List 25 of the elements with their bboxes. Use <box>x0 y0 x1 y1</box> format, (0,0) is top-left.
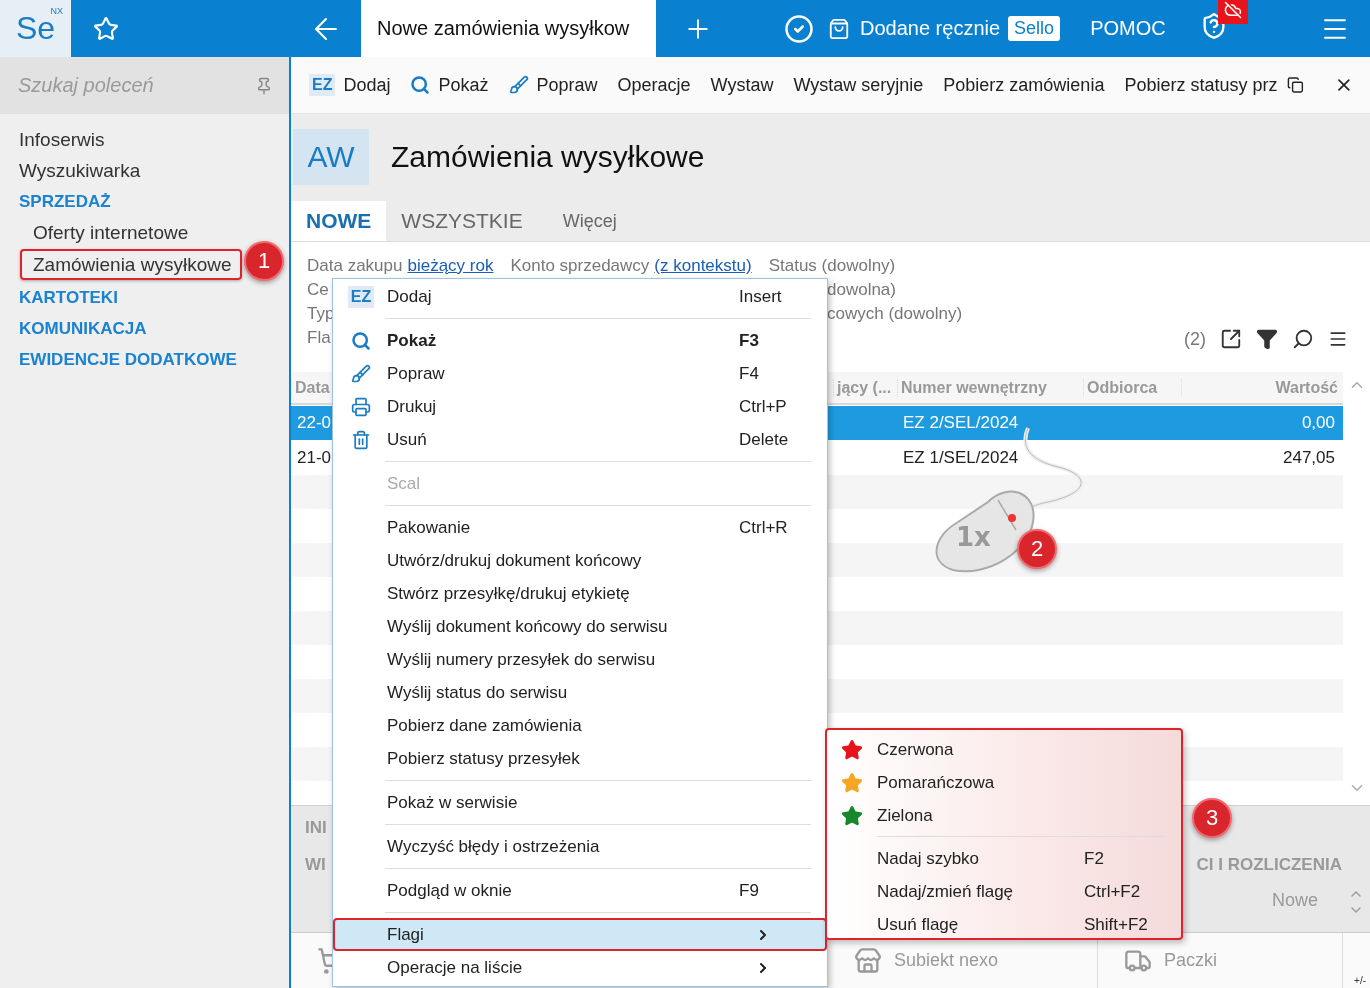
table-cell-text: 247,05 <box>1282 448 1336 468</box>
table-cell-text: 21-0 <box>296 448 331 468</box>
record-count: (2) <box>1184 328 1206 350</box>
filter-label: Status (dowolny) <box>768 256 896 277</box>
filter-label: dowolna) <box>827 280 896 299</box>
source-label: Dodane ręcznie <box>860 17 1001 40</box>
filter-label: Fla <box>307 328 331 347</box>
zoom-label: +/- <box>1354 975 1366 986</box>
filter-label: Data zakupu <box>307 256 403 277</box>
page-title: Zamówienia wysyłkowe <box>391 140 705 174</box>
table-cell-text: EZ 2/SEL/2024 <box>902 413 1020 433</box>
document-badge: EZ <box>309 74 336 96</box>
source-badge: Sello <box>1008 16 1061 41</box>
document-badge: EZ <box>347 285 375 308</box>
filter-label: Konto sprzedawcy <box>510 256 650 277</box>
status-value: Nowe <box>1271 890 1318 911</box>
click-count-label: 1x <box>956 522 991 552</box>
logo-suffix: NX <box>50 6 63 16</box>
table-cell-text: 22-0 <box>296 413 331 433</box>
filter-label: cowych (dowolny) <box>827 304 963 323</box>
table-cell-text: EZ 1/SEL/2024 <box>902 448 1020 468</box>
table-cell-text: 0,00 <box>1300 413 1336 433</box>
filter-label: Ce <box>307 280 329 299</box>
callout-badge: 3 <box>1192 798 1232 838</box>
module-badge: AW <box>293 129 369 185</box>
